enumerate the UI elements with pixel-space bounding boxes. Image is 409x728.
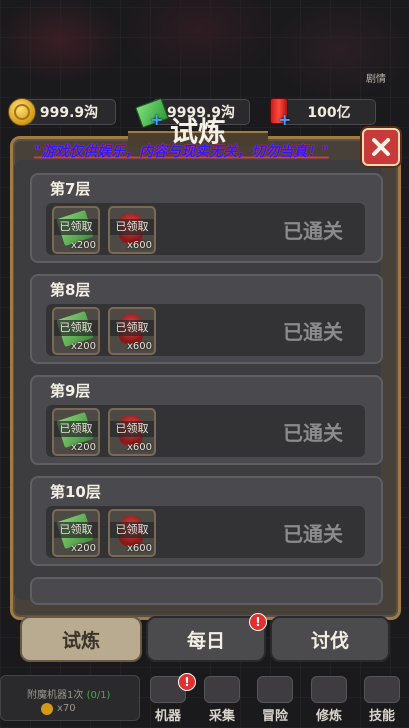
floor-rewards: 已领取 x200 已领取 x600 已通关 [46,405,365,457]
floor-status: 已通关 [283,421,343,445]
reward-qty: x200 [70,442,96,453]
reward-qty: x200 [70,543,96,554]
gold-value: 999.9沟 [39,105,99,121]
claimed-label: 已领取 [110,320,154,336]
story-side-button[interactable]: 剧情 [366,70,406,100]
nav-adventure[interactable]: 冒险 [250,676,300,724]
floor-title: 第8层 [50,281,91,299]
reward-item-cash[interactable]: 已领取 x200 [52,206,100,254]
reward-qty: x600 [126,543,152,554]
gold-resource: 999.9沟 [22,99,116,125]
close-icon [372,138,390,156]
adventure-icon [257,676,293,703]
reward-qty: x600 [126,442,152,453]
floor-rewards: 已领取 x200 已领取 x600 已通关 [46,506,365,558]
nav-cultivate[interactable]: 修炼 [304,676,354,724]
floor-card: 第9层 已领取 x200 已领取 x600 已通关 [30,375,383,465]
story-side-label: 剧情 [366,74,386,85]
reward-item-red-bag[interactable]: 已领取 x600 [108,307,156,355]
floor-title: 第7层 [50,180,91,198]
reward-qty: x600 [126,240,152,251]
tab-trial[interactable]: 试炼 [20,616,142,662]
floor-title: 第9层 [50,382,91,400]
machine-alert-badge: ! [178,673,196,691]
claimed-label: 已领取 [54,320,98,336]
nav-skill[interactable]: 技能 [357,676,407,724]
gold-coin-icon [8,98,36,126]
daily-alert-badge: ! [249,613,267,631]
reward-item-cash[interactable]: 已领取 x200 [52,408,100,456]
skill-icon [364,676,400,703]
can-value: 100亿 [307,105,351,121]
claimed-label: 已领取 [110,522,154,538]
floor-card: 第8层 已领取 x200 已领取 x600 已通关 [30,274,383,364]
add-can-icon[interactable]: + [278,110,291,129]
close-button[interactable] [362,128,400,166]
claimed-label: 已领取 [110,421,154,437]
cultivate-icon [311,676,347,703]
quest-text: 附魔机器1次 [27,690,84,701]
claimed-label: 已领取 [54,522,98,538]
claimed-label: 已领取 [54,219,98,235]
reward-item-red-bag[interactable]: 已领取 x600 [108,206,156,254]
floor-rewards: 已领取 x200 已领取 x600 已通关 [46,203,365,255]
floor-title: 第10层 [50,483,101,501]
tab-daily[interactable]: 每日 [146,616,266,662]
can-resource: 100亿 [282,99,376,125]
floor-status: 已通关 [283,320,343,344]
quest-reward: x70 [57,703,76,714]
gold-coin-icon [41,703,53,715]
quest-info[interactable]: 附魔机器1次 (0/1) x70 [0,675,140,721]
reward-qty: x600 [126,341,152,352]
quest-progress: (0/1) [86,690,111,701]
claimed-label: 已领取 [54,421,98,437]
claimed-label: 已领取 [110,219,154,235]
floor-card: 第10层 已领取 x200 已领取 x600 已通关 [30,476,383,566]
disclaimer-text: "游戏仅供娱乐，内容与现实无关，切勿当真！" [34,144,329,160]
floor-status: 已通关 [283,522,343,546]
reward-item-red-bag[interactable]: 已领取 x600 [108,509,156,557]
floor-card: 第7层 已领取 x200 已领取 x600 已通关 [30,173,383,263]
tab-crusade[interactable]: 讨伐 [270,616,390,662]
reward-item-cash[interactable]: 已领取 x200 [52,509,100,557]
reward-item-red-bag[interactable]: 已领取 x600 [108,408,156,456]
floor-rewards: 已领取 x200 已领取 x600 已通关 [46,304,365,356]
reward-qty: x200 [70,240,96,251]
gather-icon [204,676,240,703]
nav-gather[interactable]: 采集 [197,676,247,724]
reward-item-cash[interactable]: 已领取 x200 [52,307,100,355]
floor-status: 已通关 [283,219,343,243]
reward-qty: x200 [70,341,96,352]
floor-card-partial [30,577,383,605]
